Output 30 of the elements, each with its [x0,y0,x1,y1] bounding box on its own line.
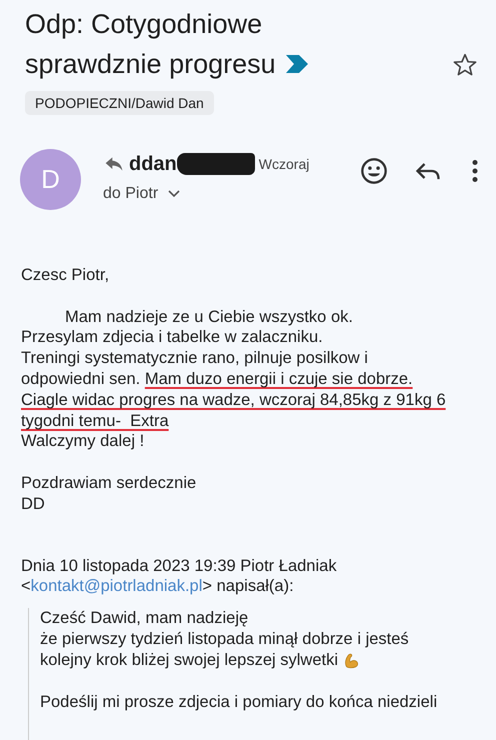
subject-title: Odp: Cotygodniowe [25,8,262,41]
body-line: Walczymy dalej ! [21,431,144,452]
body-line: Ciagle widac progres na wadze, wczoraj 84,85kg z 91kg 6 [21,390,446,411]
emoji-reaction-icon[interactable] [360,157,388,185]
email-link[interactable]: kontakt@piotrladniak.pl [30,577,202,596]
date-text: Wczoraj [258,156,310,172]
star-icon[interactable] [452,52,478,78]
quote-header-text: > napisał(a): [202,577,294,596]
sender-name: ddan [129,152,177,176]
body-line: Przesylam zdjecia i tabelke w zalaczniku. [21,327,323,348]
avatar: D [20,149,81,210]
quote-header-text: < [21,577,31,596]
body-line: Mam nadzieje ze u Ciebie wszystko ok. [64,306,353,328]
quote-header-text: Dnia 10 listopada 2023 19:39 Piotr Ładniak [21,556,337,575]
body-line: Treningi systematycznie rano, pilnuje posilkow i [21,348,368,369]
label-chip[interactable]: PODOPIECZNI/Dawid Dan [25,91,214,115]
more-options-icon[interactable] [472,159,478,183]
recipient-text: do Piotr [103,185,158,203]
body-line: tygodni temu- Extra [21,410,169,432]
body-line: odpowiedni sen. Mam duzo energii i czuje sie dobrze. [21,368,413,390]
chevron-down-icon[interactable] [168,190,180,198]
body-line: DD [21,494,45,515]
body-line: Pozdrawiam serdecznie [21,472,196,494]
quote-line: kolejny krok bliżej swojej lepszej sylwetki [40,650,338,672]
subject-title: sprawdznie progresu [25,48,276,81]
quote-line: że pierwszy tydzień listopada minął dobrze i jesteś [40,629,409,650]
quote-line: Cześć Dawid, mam nadzieję [40,608,248,630]
quote-line: Podeślij mi prosze zdjecia i pomiary do końca niedzieli [40,692,438,714]
body-line: Czesc Piotr, [21,265,110,286]
importance-marker-icon[interactable] [286,55,308,73]
